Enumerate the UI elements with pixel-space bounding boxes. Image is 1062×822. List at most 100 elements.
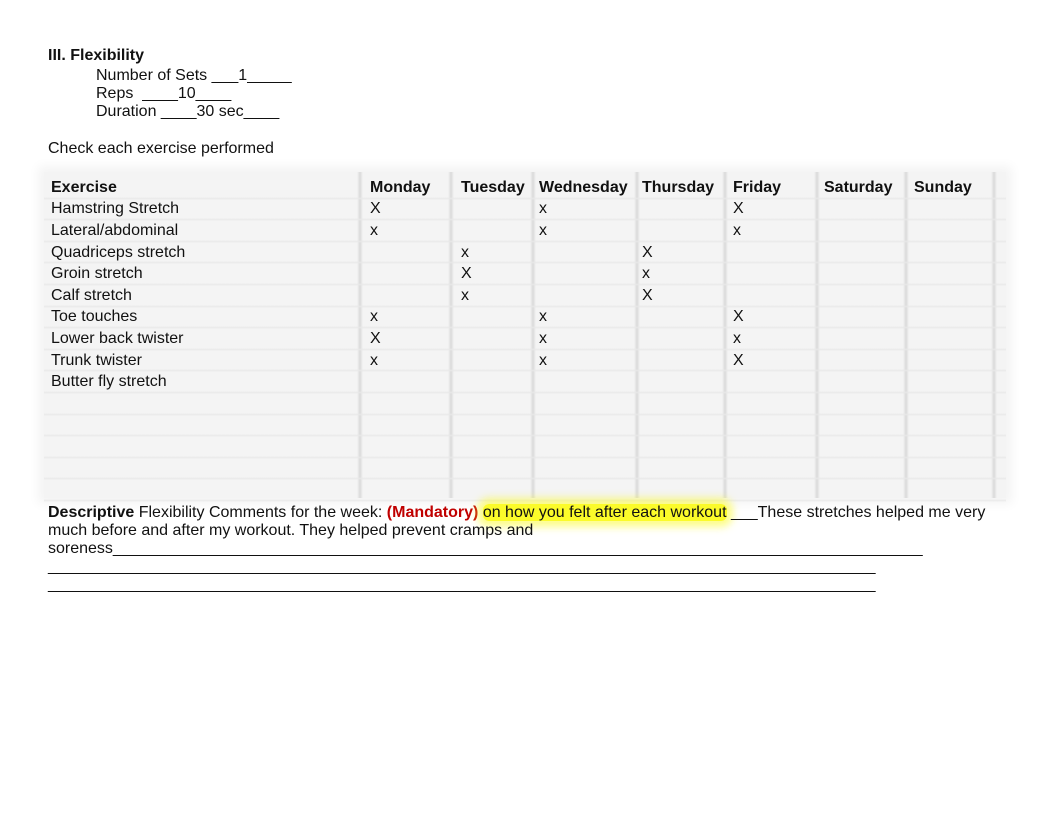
check-cell[interactable] <box>367 479 458 501</box>
check-cell[interactable] <box>911 350 1004 372</box>
check-cell[interactable] <box>911 415 1004 437</box>
check-cell[interactable]: x <box>367 350 458 372</box>
check-cell[interactable] <box>911 393 1004 415</box>
check-cell[interactable]: X <box>730 350 821 372</box>
check-cell[interactable]: X <box>458 263 536 285</box>
check-cell[interactable]: x <box>536 350 639 372</box>
check-cell[interactable] <box>911 436 1004 458</box>
check-cell[interactable] <box>458 458 536 480</box>
check-cell[interactable] <box>458 479 536 501</box>
check-cell[interactable]: x <box>367 220 458 242</box>
check-cell[interactable] <box>639 307 730 329</box>
check-cell[interactable] <box>367 415 458 437</box>
check-cell[interactable] <box>730 415 821 437</box>
check-cell[interactable] <box>730 285 821 307</box>
check-cell[interactable] <box>458 415 536 437</box>
check-cell[interactable]: X <box>639 285 730 307</box>
check-cell[interactable]: x <box>536 328 639 350</box>
check-cell[interactable] <box>458 220 536 242</box>
check-cell[interactable] <box>536 371 639 393</box>
check-cell[interactable]: x <box>639 263 730 285</box>
check-cell[interactable] <box>821 436 911 458</box>
check-cell[interactable] <box>367 285 458 307</box>
check-cell[interactable] <box>821 458 911 480</box>
check-cell[interactable] <box>821 285 911 307</box>
check-cell[interactable] <box>536 415 639 437</box>
check-cell[interactable] <box>911 199 1004 221</box>
check-cell[interactable] <box>911 371 1004 393</box>
check-cell[interactable] <box>639 199 730 221</box>
check-cell[interactable] <box>367 242 458 264</box>
check-cell[interactable] <box>458 199 536 221</box>
check-cell[interactable] <box>458 393 536 415</box>
blank-line[interactable]: ________________________________________… <box>48 576 1008 594</box>
check-cell[interactable] <box>639 436 730 458</box>
check-cell[interactable] <box>458 371 536 393</box>
check-cell[interactable] <box>911 263 1004 285</box>
check-cell[interactable]: X <box>367 328 458 350</box>
check-cell[interactable] <box>639 479 730 501</box>
check-cell[interactable] <box>730 393 821 415</box>
check-cell[interactable] <box>639 458 730 480</box>
check-cell[interactable]: x <box>730 328 821 350</box>
check-cell[interactable] <box>821 242 911 264</box>
check-cell[interactable] <box>821 199 911 221</box>
check-cell[interactable] <box>821 307 911 329</box>
check-cell[interactable] <box>911 285 1004 307</box>
check-cell[interactable]: x <box>536 199 639 221</box>
check-cell[interactable]: X <box>367 199 458 221</box>
check-cell[interactable]: x <box>458 242 536 264</box>
check-cell[interactable]: x <box>536 220 639 242</box>
check-cell[interactable] <box>536 458 639 480</box>
check-cell[interactable] <box>536 263 639 285</box>
check-cell[interactable] <box>367 458 458 480</box>
check-cell[interactable] <box>639 350 730 372</box>
check-cell[interactable] <box>730 458 821 480</box>
check-cell[interactable] <box>730 371 821 393</box>
check-cell[interactable]: X <box>639 242 730 264</box>
check-cell[interactable] <box>821 479 911 501</box>
check-cell[interactable] <box>911 479 1004 501</box>
check-cell[interactable] <box>639 415 730 437</box>
check-cell[interactable]: x <box>730 220 821 242</box>
check-cell[interactable] <box>536 242 639 264</box>
check-cell[interactable] <box>821 371 911 393</box>
check-cell[interactable] <box>821 415 911 437</box>
check-cell[interactable] <box>730 263 821 285</box>
check-cell[interactable] <box>536 285 639 307</box>
check-cell[interactable] <box>458 350 536 372</box>
check-cell[interactable] <box>367 371 458 393</box>
check-cell[interactable] <box>821 263 911 285</box>
check-cell[interactable] <box>730 242 821 264</box>
check-cell[interactable] <box>367 393 458 415</box>
check-cell[interactable] <box>911 242 1004 264</box>
check-cell[interactable]: X <box>730 199 821 221</box>
check-cell[interactable] <box>821 220 911 242</box>
check-cell[interactable] <box>821 328 911 350</box>
check-cell[interactable] <box>911 307 1004 329</box>
check-cell[interactable] <box>458 436 536 458</box>
check-cell[interactable] <box>536 436 639 458</box>
blank-line[interactable]: ________________________________________… <box>48 558 1008 576</box>
check-cell[interactable] <box>821 393 911 415</box>
check-cell[interactable] <box>911 458 1004 480</box>
check-cell[interactable] <box>639 328 730 350</box>
check-cell[interactable] <box>730 436 821 458</box>
check-cell[interactable] <box>536 393 639 415</box>
check-cell[interactable] <box>911 220 1004 242</box>
check-cell[interactable]: x <box>536 307 639 329</box>
check-cell[interactable]: x <box>367 307 458 329</box>
check-cell[interactable]: X <box>730 307 821 329</box>
check-cell[interactable] <box>821 350 911 372</box>
check-cell[interactable] <box>911 328 1004 350</box>
check-cell[interactable] <box>536 479 639 501</box>
check-cell[interactable] <box>639 393 730 415</box>
check-cell[interactable] <box>367 263 458 285</box>
check-cell[interactable]: x <box>458 285 536 307</box>
check-cell[interactable] <box>367 436 458 458</box>
check-cell[interactable] <box>639 371 730 393</box>
check-cell[interactable] <box>458 307 536 329</box>
check-cell[interactable] <box>639 220 730 242</box>
check-cell[interactable] <box>730 479 821 501</box>
check-cell[interactable] <box>458 328 536 350</box>
